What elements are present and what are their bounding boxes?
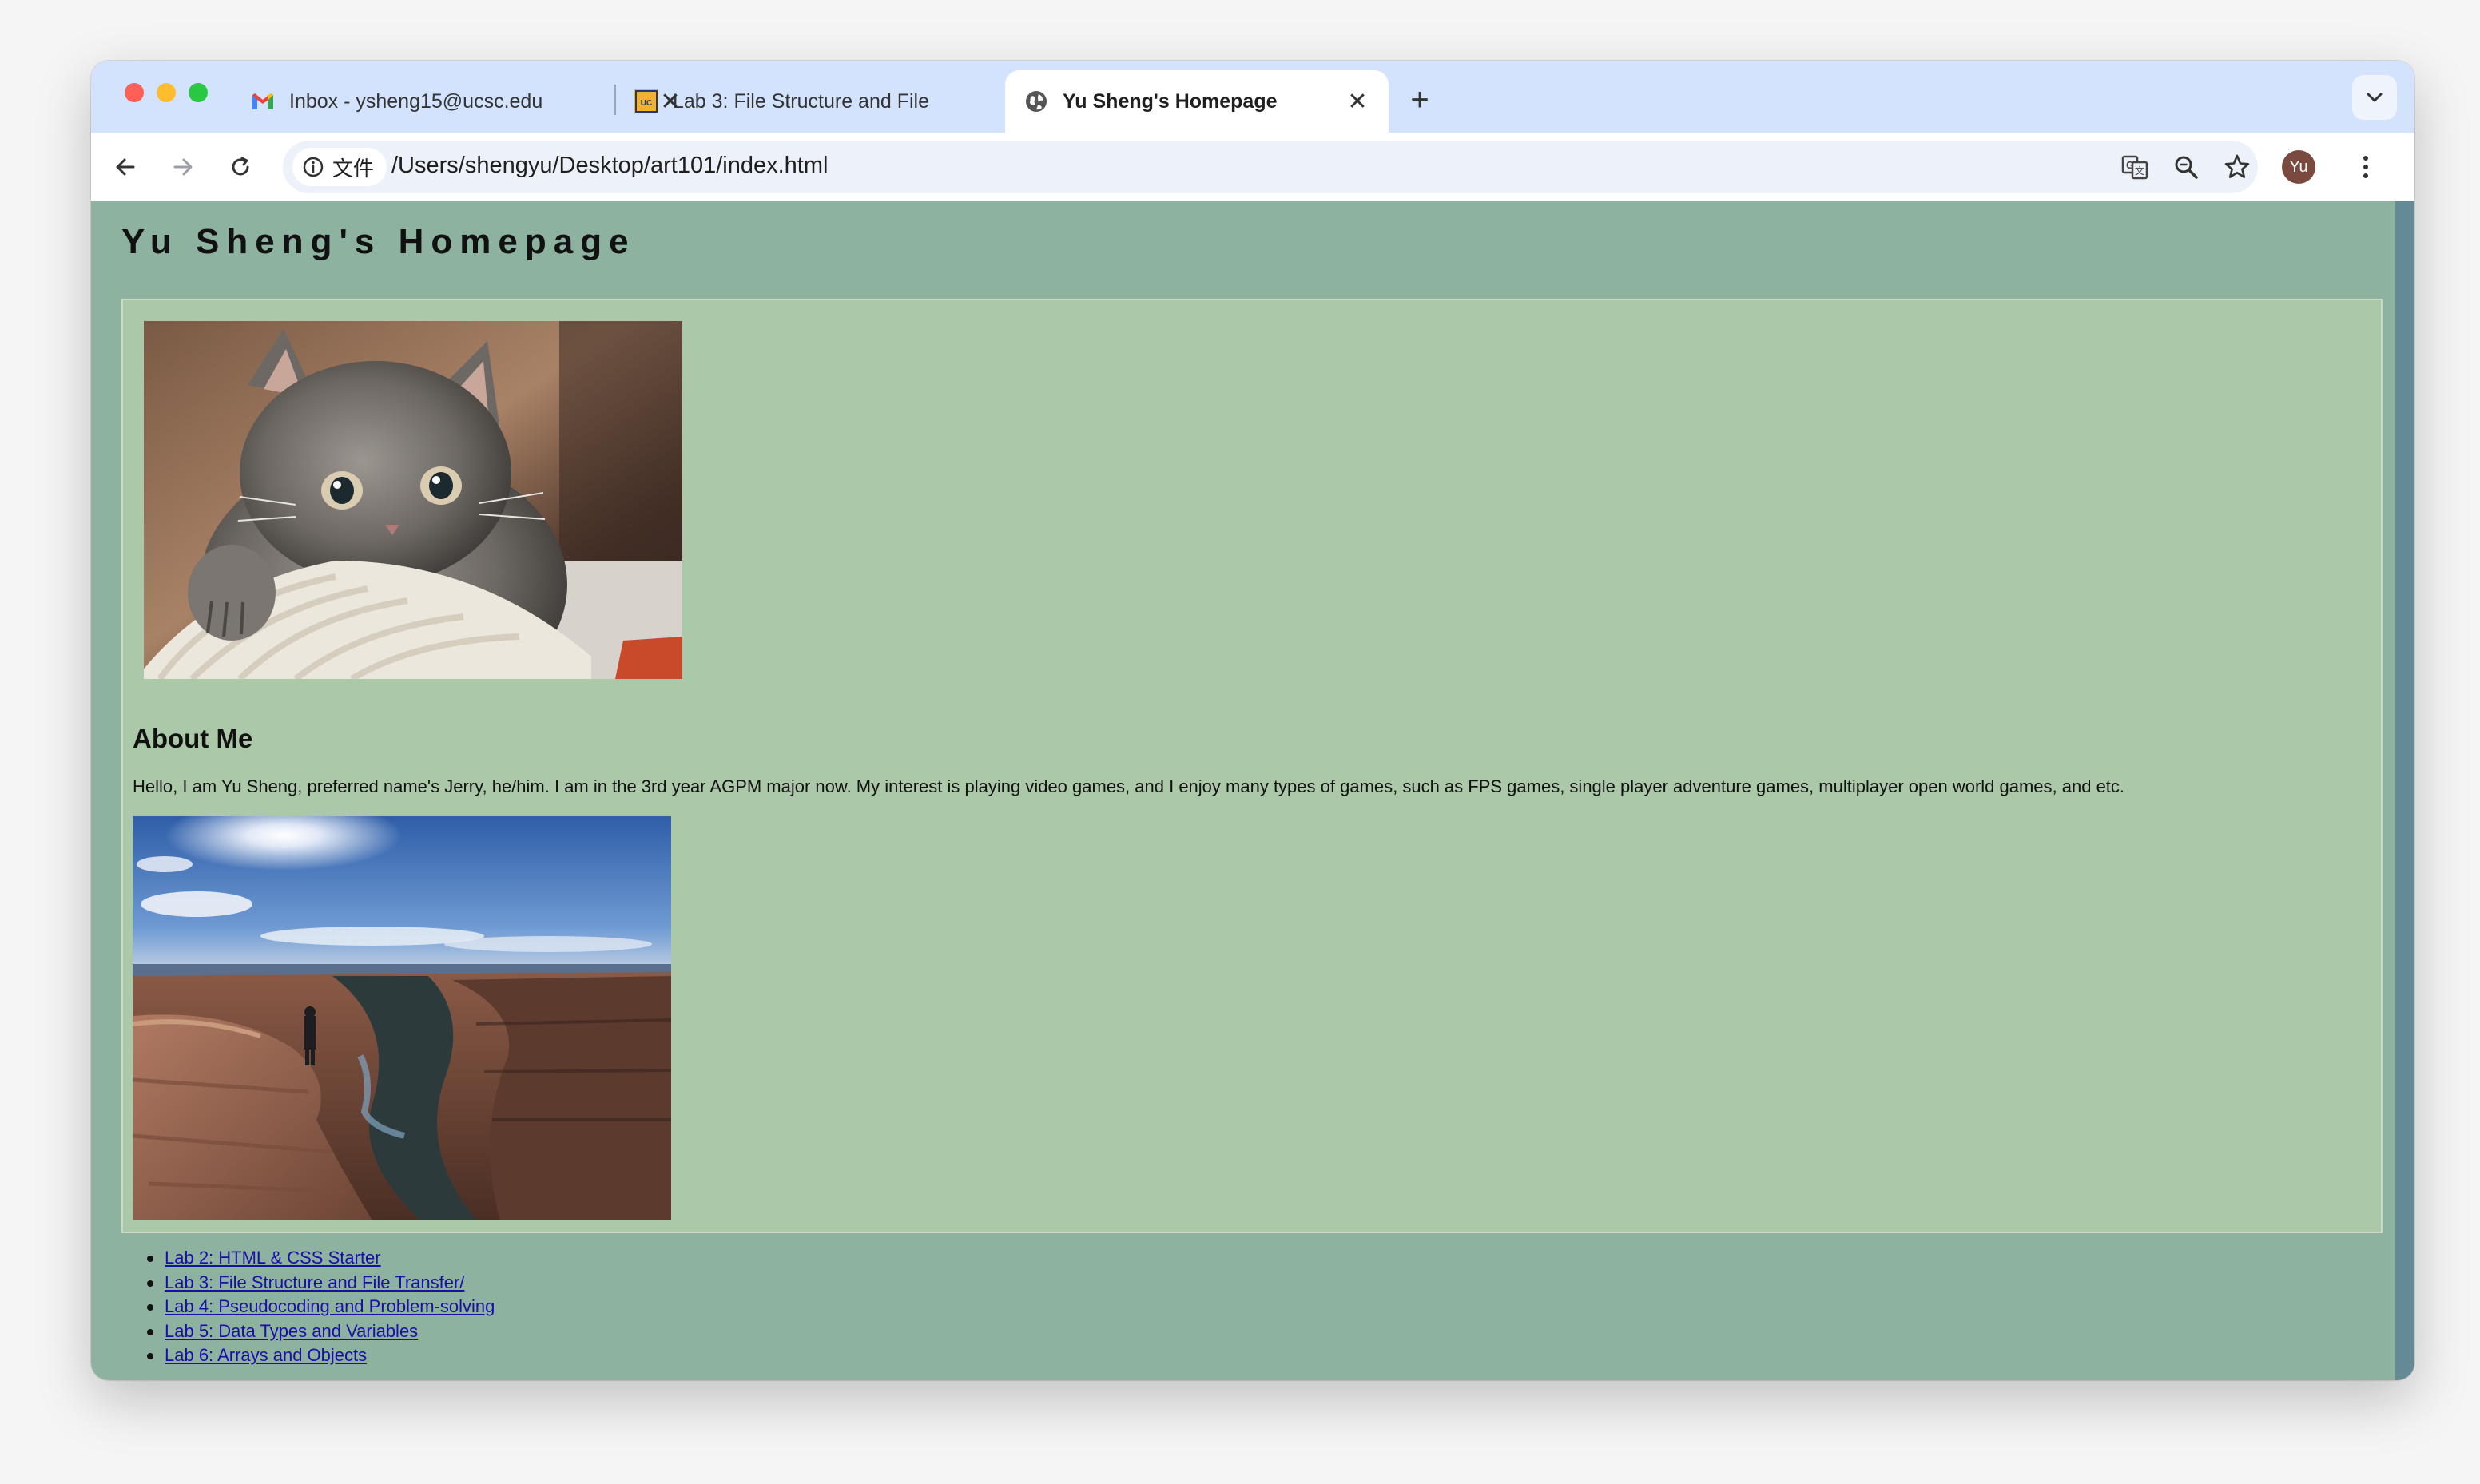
url-text[interactable]: /Users/shengyu/Desktop/art101/index.html	[391, 153, 828, 179]
lab-links-list: Lab 2: HTML & CSS Starter Lab 3: File St…	[146, 1246, 495, 1368]
lab6-link[interactable]: Lab 6: Arrays and Objects	[165, 1345, 367, 1365]
back-arrow-icon[interactable]	[102, 144, 149, 190]
canyon-photo	[133, 816, 671, 1220]
tab-homepage[interactable]: Yu Sheng's Homepage ✕	[1005, 70, 1389, 133]
content-section: About Me Hello, I am Yu Sheng, preferred…	[121, 299, 2383, 1233]
tab-title: Lab 3: File Structure and File	[673, 89, 929, 113]
ucsc-icon: UC	[633, 88, 660, 115]
lab4-link[interactable]: Lab 4: Pseudocoding and Problem-solving	[165, 1296, 495, 1316]
site-info-chip[interactable]: 文件	[292, 148, 388, 186]
minimize-window-button[interactable]	[157, 83, 176, 102]
tab-search-chevron-down-icon[interactable]	[2352, 75, 2397, 120]
tab-strip: Inbox - ysheng15@ucsc.edu ✕ UC Lab 3: Fi…	[91, 61, 2414, 133]
site-chip-label: 文件	[332, 156, 375, 181]
list-item: Lab 3: File Structure and File Transfer/	[146, 1271, 495, 1296]
translate-icon[interactable]: G 文	[2116, 148, 2154, 186]
browser-window: Inbox - ysheng15@ucsc.edu ✕ UC Lab 3: Fi…	[91, 61, 2414, 1380]
forward-arrow-icon[interactable]	[160, 144, 206, 190]
lab3-link[interactable]: Lab 3: File Structure and File Transfer/	[165, 1272, 464, 1292]
browser-toolbar: 文件 /Users/shengyu/Desktop/art101/index.h…	[91, 133, 2414, 201]
lab5-link[interactable]: Lab 5: Data Types and Variables	[165, 1321, 418, 1341]
about-heading: About Me	[133, 724, 253, 753]
address-bar[interactable]: 文件 /Users/shengyu/Desktop/art101/index.h…	[283, 141, 2258, 193]
lab2-link[interactable]: Lab 2: HTML & CSS Starter	[165, 1248, 381, 1268]
avatar[interactable]: Yu	[2282, 150, 2315, 184]
globe-icon	[1023, 88, 1050, 115]
kitten-photo	[144, 321, 682, 679]
scrollbar[interactable]	[2395, 201, 2414, 1380]
list-item: Lab 4: Pseudocoding and Problem-solving	[146, 1295, 495, 1319]
reload-icon[interactable]	[217, 144, 264, 190]
list-item: Lab 6: Arrays and Objects	[146, 1343, 495, 1368]
page-viewport: Yu Sheng's Homepage About Me Hello, I am…	[91, 201, 2414, 1380]
kebab-menu-icon[interactable]	[2343, 144, 2389, 190]
about-text: Hello, I am Yu Sheng, preferred name's J…	[133, 776, 2125, 796]
list-item: Lab 5: Data Types and Variables	[146, 1319, 495, 1344]
tab-title: Inbox - ysheng15@ucsc.edu	[289, 89, 543, 113]
zoom-icon[interactable]	[2167, 148, 2205, 186]
close-window-button[interactable]	[125, 83, 144, 102]
svg-text:UC: UC	[641, 99, 652, 108]
gmail-icon	[249, 88, 276, 115]
close-icon[interactable]: ✕	[1344, 88, 1371, 116]
list-item: Lab 2: HTML & CSS Starter	[146, 1246, 495, 1271]
info-icon	[303, 157, 324, 177]
bookmark-star-icon[interactable]	[2218, 148, 2256, 186]
maximize-window-button[interactable]	[189, 83, 208, 102]
page-title: Yu Sheng's Homepage	[121, 222, 636, 261]
new-tab-plus-icon[interactable]: +	[1397, 77, 1443, 123]
svg-text:文: 文	[2135, 165, 2144, 177]
tab-title: Yu Sheng's Homepage	[1063, 89, 1278, 113]
